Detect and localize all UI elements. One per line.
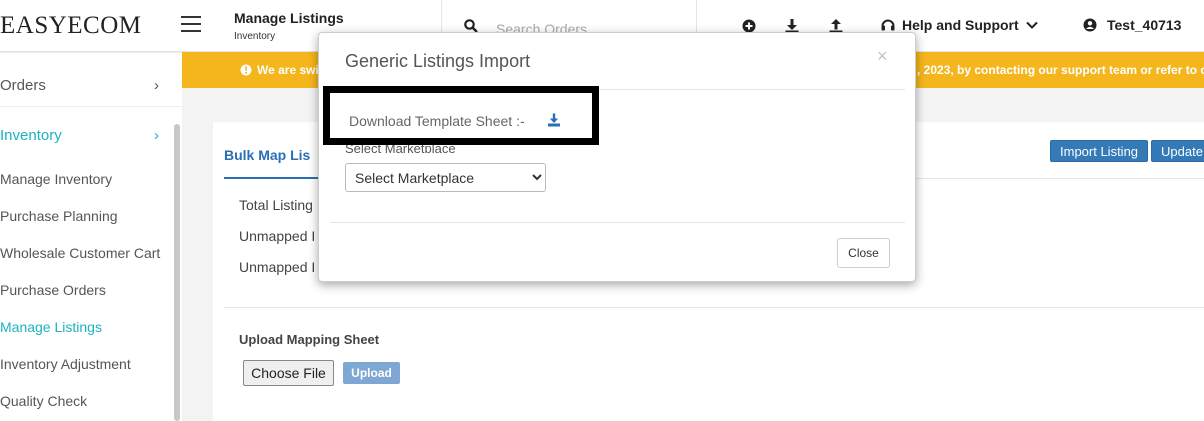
sidebar-subitem-manage-inventory[interactable]: Manage Inventory — [0, 171, 112, 187]
user-icon — [1083, 18, 1097, 32]
generic-listings-import-modal: Generic Listings Import × Select Marketp… — [318, 32, 916, 282]
sidebar-divider — [0, 52, 182, 53]
page-title: Manage Listings — [234, 10, 344, 26]
page-breadcrumb: Inventory — [234, 31, 276, 42]
username: Test_40713 — [1107, 17, 1182, 33]
stat-total-listing: Total Listing — [239, 197, 313, 213]
help-support-label: Help and Support — [902, 17, 1019, 33]
headset-icon — [881, 19, 895, 31]
help-support-menu[interactable]: Help and Support — [880, 17, 1039, 33]
upload-mapping-label: Upload Mapping Sheet — [239, 332, 380, 347]
sidebar-item-inventory[interactable]: Inventory › — [0, 127, 165, 144]
download-template-highlight: Download Template Sheet :- — [323, 86, 599, 145]
user-menu[interactable]: Test_40713 — [1083, 17, 1181, 33]
banner-message: We are swi — [257, 63, 319, 77]
marketplace-select[interactable]: Select Marketplace — [345, 163, 546, 192]
sidebar-subitem-wholesale-customer-cart[interactable]: Wholesale Customer Cart — [0, 245, 160, 261]
chevron-down-icon — [1025, 21, 1038, 29]
search-icon[interactable] — [464, 19, 478, 33]
tab-active-indicator — [224, 177, 324, 179]
info-icon — [240, 64, 252, 76]
close-icon[interactable]: × — [877, 46, 888, 67]
modal-title: Generic Listings Import — [345, 51, 531, 71]
banner-text-right: , 2023, by contacting our support team o… — [917, 63, 1204, 77]
sidebar-item-label: Inventory — [0, 127, 62, 144]
sidebar-subitem-purchase-orders[interactable]: Purchase Orders — [0, 282, 106, 298]
download-icon[interactable] — [547, 113, 561, 127]
sidebar-scrollbar[interactable] — [174, 124, 180, 421]
import-listing-button[interactable]: Import Listing — [1050, 140, 1149, 162]
upload-button[interactable]: Upload — [343, 362, 400, 384]
sidebar-subitem-inventory-adjustment[interactable]: Inventory Adjustment — [0, 356, 131, 372]
section-divider — [224, 307, 1204, 308]
chevron-right-icon: › — [154, 127, 159, 144]
sidebar-item-label: Orders — [0, 77, 46, 94]
sidebar-subitem-purchase-planning[interactable]: Purchase Planning — [0, 208, 118, 224]
banner-text-left: We are swi — [240, 63, 319, 77]
modal-footer-divider — [330, 222, 905, 223]
stat-unmapped-1: Unmapped I — [239, 228, 316, 244]
chevron-right-icon: › — [154, 77, 159, 94]
close-button[interactable]: Close — [837, 238, 890, 268]
menu-toggle-icon[interactable] — [181, 16, 201, 34]
choose-file-button[interactable]: Choose File — [243, 360, 334, 386]
update-button[interactable]: Update — [1151, 140, 1204, 162]
sidebar-item-orders[interactable]: Orders › — [0, 77, 165, 94]
stat-unmapped-2: Unmapped I — [239, 259, 316, 275]
sidebar-subitem-manage-listings[interactable]: Manage Listings — [0, 319, 102, 335]
tab-bulk-map-listings[interactable]: Bulk Map Lis — [224, 147, 310, 163]
download-template-label: Download Template Sheet :- — [349, 113, 525, 129]
sidebar-divider — [0, 106, 182, 107]
sidebar-subitem-quality-check[interactable]: Quality Check — [0, 393, 87, 409]
logo[interactable]: EASYECOM — [0, 12, 142, 40]
